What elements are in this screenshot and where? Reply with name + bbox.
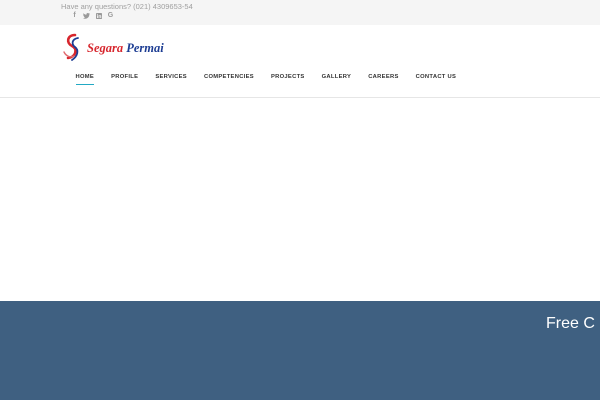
main-nav: HOME PROFILE SERVICES COMPETENCIES PROJE… (67, 68, 465, 92)
site-header: Segara Permai HOME PROFILE SERVICES COMP… (0, 25, 600, 98)
logo-mark-icon (63, 33, 79, 61)
facebook-icon[interactable]: f (71, 12, 78, 20)
twitter-icon[interactable] (83, 12, 90, 20)
social-links: f G (71, 11, 114, 20)
top-bar: Have any questions? (021) 4309653-54 f G (0, 0, 600, 25)
contact-question: Have any questions? (021) 4309653-54 (61, 2, 193, 11)
free-consultation-banner: Free C (0, 301, 600, 400)
nav-gallery[interactable]: GALLERY (313, 68, 360, 92)
linkedin-icon[interactable] (95, 12, 102, 20)
nav-services[interactable]: SERVICES (147, 68, 196, 92)
nav-projects[interactable]: PROJECTS (262, 68, 313, 92)
nav-competencies[interactable]: COMPETENCIES (195, 68, 262, 92)
nav-careers[interactable]: CAREERS (360, 68, 407, 92)
nav-contact-us[interactable]: CONTACT US (407, 68, 465, 92)
logo-word-permai: Permai (126, 40, 164, 55)
banner-heading: Free C (546, 315, 595, 332)
nav-profile[interactable]: PROFILE (103, 68, 147, 92)
logo-text: Segara Permai (87, 41, 164, 56)
logo-word-segara: Segara (87, 40, 124, 55)
logo[interactable]: Segara Permai (61, 32, 171, 64)
nav-home[interactable]: HOME (67, 68, 103, 92)
google-icon[interactable]: G (107, 12, 114, 20)
